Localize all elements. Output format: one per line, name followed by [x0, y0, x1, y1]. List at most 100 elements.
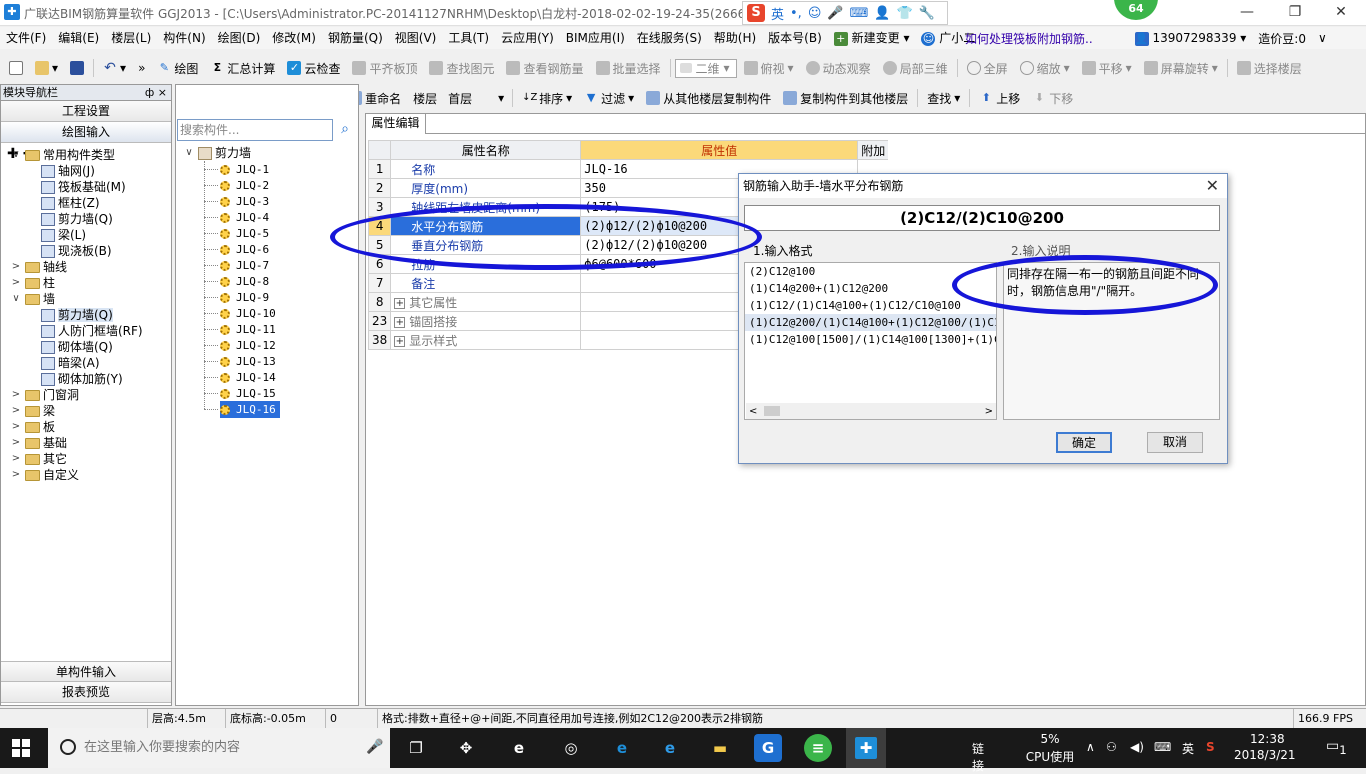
edge-icon[interactable]: e	[608, 734, 636, 762]
search-input[interactable]: 搜索构件...	[177, 119, 333, 141]
network-icon[interactable]: ⚇	[1106, 740, 1117, 754]
fan-app-icon[interactable]: ✥	[452, 734, 480, 762]
nav-tree-item[interactable]: 剪力墙(Q)	[1, 307, 171, 323]
nav-tree-item[interactable]: > 基础	[1, 435, 171, 451]
view-mode-select[interactable]: 二维 ▾	[674, 58, 737, 78]
top-view-button[interactable]: 俯视 ▾	[739, 57, 799, 79]
menu-edit[interactable]: 编辑(E)	[52, 27, 105, 49]
chevron-down-icon[interactable]: ∨	[184, 145, 194, 161]
view-rebar-button[interactable]: 查看钢筋量	[501, 57, 588, 79]
property-name[interactable]: + 其它属性	[390, 292, 582, 312]
component-entry[interactable]: JLQ-9	[220, 289, 273, 306]
nav-tree-item[interactable]: 砌体墙(Q)	[1, 339, 171, 355]
menu-online[interactable]: 在线服务(S)	[631, 27, 708, 49]
nav-tree-entry[interactable]: 砌体加筋(Y)	[41, 371, 123, 387]
component-entry[interactable]: JLQ-15	[220, 385, 280, 402]
ie-icon[interactable]: e	[656, 734, 684, 762]
nav-tree-entry[interactable]: 常用构件类型	[25, 147, 115, 163]
nav-tree-entry[interactable]: 轴线	[25, 259, 67, 275]
ggj-app-icon[interactable]: ✚	[846, 728, 886, 768]
tab-property-edit[interactable]: 属性编辑	[366, 114, 426, 134]
minimize-button[interactable]: —	[1224, 0, 1270, 26]
nav-tree-entry[interactable]: 轴网(J)	[41, 163, 95, 179]
filter-button[interactable]: ▼ 过滤 ▾	[579, 87, 639, 109]
nav-tree-item[interactable]: > 板	[1, 419, 171, 435]
nav-tree-item[interactable]: 轴网(J)	[1, 163, 171, 179]
file-explorer-icon[interactable]: ▬	[706, 734, 734, 762]
nav-tree-item[interactable]: > 自定义	[1, 467, 171, 483]
nav-tree-item[interactable]: 现浇板(B)	[1, 243, 171, 259]
chevron-down-icon[interactable]: ∨	[11, 147, 21, 163]
nav-tree-entry[interactable]: 现浇板(B)	[41, 243, 112, 259]
nav-tree-item[interactable]: 框柱(Z)	[1, 195, 171, 211]
nav-tree-entry[interactable]: 墙	[25, 291, 55, 307]
nav-tree-entry[interactable]: 门窗洞	[25, 387, 79, 403]
ime-lang[interactable]: 英	[771, 4, 784, 23]
clock-date[interactable]: 2018/3/21	[1234, 748, 1296, 762]
nav-tree-entry[interactable]: 基础	[25, 435, 67, 451]
zoom-button[interactable]: 缩放 ▾	[1015, 57, 1075, 79]
menu-version[interactable]: 版本号(B)	[762, 27, 828, 49]
new-file-button[interactable]	[4, 57, 28, 79]
chevron-right-icon[interactable]: >	[11, 467, 21, 483]
taskbar-search-input[interactable]: 在这里输入你要搜索的内容	[48, 728, 390, 768]
chevron-right-icon[interactable]: >	[11, 435, 21, 451]
sum-button[interactable]: Σ 汇总计算	[205, 57, 280, 79]
sogou-icon[interactable]: S	[747, 4, 765, 22]
nav-tree-item[interactable]: 暗梁(A)	[1, 355, 171, 371]
component-entry[interactable]: JLQ-8	[220, 273, 273, 290]
price-beans[interactable]: 造价豆:0	[1258, 30, 1306, 47]
select-floor-button[interactable]: 选择楼层	[1232, 57, 1307, 79]
property-name[interactable]: 厚度(mm)	[390, 178, 582, 198]
cancel-button[interactable]: 取消	[1147, 432, 1203, 453]
nav-tree-item[interactable]: 人防门框墙(RF)	[1, 323, 171, 339]
menu-component[interactable]: 构件(N)	[157, 27, 211, 49]
menu-rebar[interactable]: 钢筋量(Q)	[322, 27, 389, 49]
chevron-right-icon[interactable]: >	[11, 403, 21, 419]
help-link[interactable]: 如何处理筏板附加钢筋..	[965, 30, 1093, 47]
expand-plus-icon[interactable]: +	[394, 297, 406, 309]
notification-icon[interactable]: ▭1	[1326, 738, 1347, 757]
nav-tree-entry[interactable]: 暗梁(A)	[41, 355, 100, 371]
tree-root-item[interactable]: 剪力墙	[198, 145, 251, 161]
nav-tree-entry[interactable]: 梁(L)	[41, 227, 86, 243]
sogou-tray-icon[interactable]: S	[1206, 740, 1215, 754]
nav-tree-item[interactable]: > 门窗洞	[1, 387, 171, 403]
nav-tree-entry[interactable]: 梁	[25, 403, 55, 419]
nav-tree-entry[interactable]: 剪力墙(Q)	[41, 211, 113, 227]
edge-legacy-icon[interactable]: e	[505, 734, 533, 762]
local-3d-button[interactable]: 局部三维	[878, 57, 953, 79]
floor-select[interactable]: 首层 ▾	[444, 89, 508, 108]
nav-tree-item[interactable]: ∨ 常用构件类型	[1, 147, 171, 163]
dynamic-view-button[interactable]: 动态观察	[801, 57, 876, 79]
close-icon[interactable]: ✕	[1206, 176, 1219, 195]
punct-icon[interactable]: •,	[790, 6, 802, 21]
nav-tree-item[interactable]: > 梁	[1, 403, 171, 419]
nav-tree-item[interactable]: > 轴线	[1, 259, 171, 275]
format-hscrollbar[interactable]: < >	[746, 403, 996, 419]
report-preview-button[interactable]: 报表预览	[1, 682, 171, 703]
format-item[interactable]: (1)C12@100[1500]/(1)C14@100[1300]+(1)C12…	[745, 331, 996, 348]
sort-button[interactable]: ↓Z 排序 ▾	[517, 87, 577, 109]
toolbar-more[interactable]: »	[133, 57, 150, 79]
component-entry[interactable]: JLQ-14	[220, 369, 280, 386]
format-item[interactable]: (1)C12/(1)C14@100+(1)C12/C10@100	[745, 297, 996, 314]
component-entry[interactable]: JLQ-3	[220, 193, 273, 210]
nav-tree-item[interactable]: 剪力墙(Q)	[1, 211, 171, 227]
chevron-right-icon[interactable]: >	[11, 419, 21, 435]
nav-tree-entry[interactable]: 其它	[25, 451, 67, 467]
expand-plus-icon[interactable]: +	[394, 335, 406, 347]
menu-modify[interactable]: 修改(M)	[266, 27, 322, 49]
chevron-right-icon[interactable]: >	[11, 275, 21, 291]
menu-draw[interactable]: 绘图(D)	[212, 27, 267, 49]
glodon-app-icon[interactable]: G	[754, 734, 782, 762]
rebar-value-field[interactable]: (2)C12/(2)C10@200	[744, 205, 1220, 231]
component-entry[interactable]: JLQ-10	[220, 305, 280, 322]
component-entry[interactable]: JLQ-4	[220, 209, 273, 226]
nav-tree-item[interactable]: > 柱	[1, 275, 171, 291]
scroll-thumb[interactable]	[764, 406, 780, 416]
nav-tree-entry[interactable]: 自定义	[25, 467, 79, 483]
batch-select-button[interactable]: 批量选择	[591, 57, 666, 79]
keyboard-icon[interactable]: ⌨	[1154, 740, 1171, 754]
keyboard-icon[interactable]: ⌨	[850, 6, 869, 21]
